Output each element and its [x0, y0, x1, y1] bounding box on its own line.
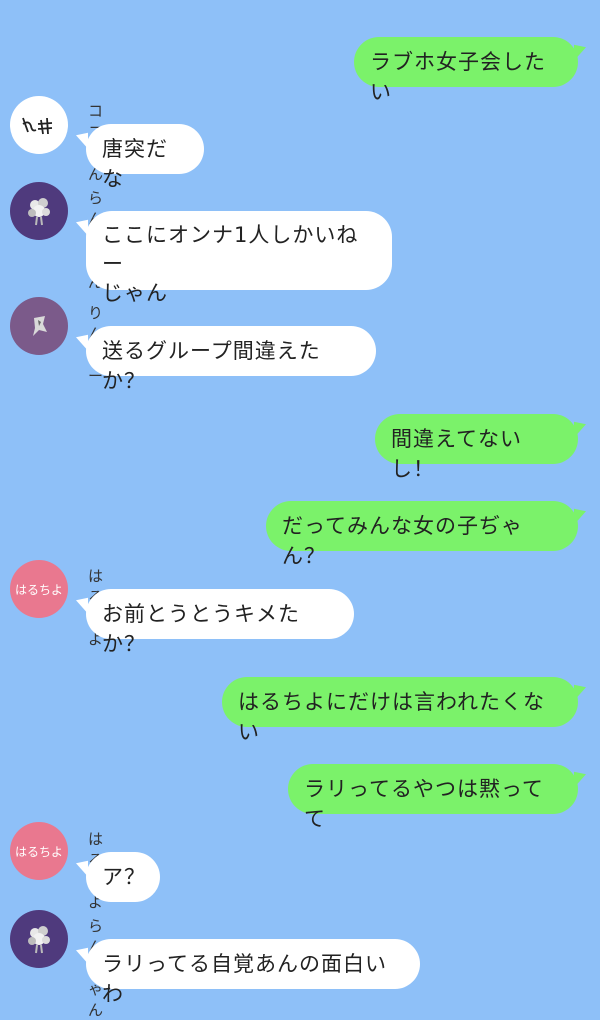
message-bubble[interactable]: ラリってる自覚あんの面白いわ — [86, 939, 420, 1006]
message-bubble[interactable]: ア？ — [86, 852, 160, 902]
pink-text-avatar[interactable]: はるちよ — [10, 560, 68, 618]
message-bubble[interactable]: 送るグループ間違えたか？ — [86, 326, 376, 393]
message-bubble[interactable]: はるちよにだけは言われたくない — [222, 677, 578, 744]
message-bubble[interactable]: だってみんな女の子ぢゃん？ — [266, 501, 578, 568]
bubble-tail — [574, 39, 586, 61]
flower-bouquet-avatar[interactable] — [10, 910, 68, 968]
figure-avatar[interactable] — [10, 297, 68, 355]
bubble-tail — [574, 766, 586, 788]
bubble-tail — [574, 416, 586, 438]
bubble-tail — [574, 503, 586, 525]
message-bubble[interactable]: ここにオンナ1人しかいねー じゃん — [86, 211, 392, 305]
flower-bouquet-avatar[interactable] — [10, 182, 68, 240]
bouquet-icon — [28, 198, 50, 226]
message-bubble[interactable]: ラブホ女子会したい — [354, 37, 578, 104]
message-bubble[interactable]: 間違えてないし！ — [375, 414, 578, 481]
handwritten-signature-avatar[interactable] — [10, 96, 68, 154]
signature-icon — [22, 117, 53, 135]
message-bubble[interactable]: ラリってるやつは黙ってて — [288, 764, 578, 831]
message-bubble[interactable]: お前とうとうキメたか？ — [86, 589, 354, 656]
bouquet-icon — [28, 926, 50, 954]
pink-text-avatar[interactable]: はるちよ — [10, 822, 68, 880]
message-bubble[interactable]: 唐突だな — [86, 124, 204, 191]
bubble-tail — [574, 679, 586, 701]
figure-icon — [33, 316, 47, 336]
